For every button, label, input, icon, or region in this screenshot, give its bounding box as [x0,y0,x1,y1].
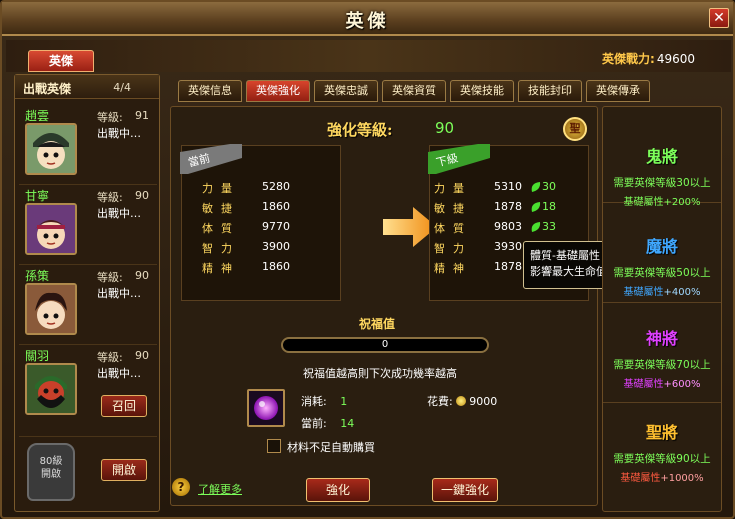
tab-skill-seal[interactable]: 技能封印 [518,80,582,102]
hero-name: 甘寧 [25,189,50,203]
top-bar: 英傑 英傑戰力: 49600 [6,40,731,72]
window-title: 英傑 [345,11,390,32]
one-click-enhance-button[interactable]: 一鍵強化 [432,478,498,502]
rank-requirement: 需要英傑等級90以上 [613,453,711,465]
rank-demon: 魔將 需要英傑等級50以上 基礎屬性+400% [603,207,721,303]
hero-status: 出戰中… [97,287,141,300]
hero-avatar [25,123,77,175]
hero-card-zhaoyun[interactable]: 趙雲 等級: 91 出戰中… [19,105,157,185]
hero-card-sunce[interactable]: 孫策 等級: 90 出戰中… [19,265,157,345]
bless-progress-bar: 0 [281,337,489,353]
rank-name: 鬼將 [645,147,678,166]
hero-level: 90 [135,269,149,282]
title-bar: 英傑 ✕ [2,2,733,36]
hero-status: 出戰中… [97,207,141,220]
stat-row: 体質 9770 [202,220,290,235]
tab-hero-main[interactable]: 英傑 [28,50,94,72]
stat-row: 力量 5280 [202,180,290,195]
tab-hero-loyalty[interactable]: 英傑忠誠 [314,80,378,102]
leaf-icon [531,202,541,212]
hero-card-guanyu[interactable]: 關羽 等級: 90 出戰中… 召回 [19,345,157,437]
locked-hero-slot: 80級 開啟 [27,443,75,501]
hero-status: 出戰中… [97,127,141,140]
stat-row: 敏捷 1860 [202,200,290,215]
seal-icon[interactable]: 聖 [563,117,587,141]
hero-level-label: 等級: [97,191,123,204]
stat-row: 体質 9803 33 [434,220,556,235]
rank-saint: 聖將 需要英傑等級90以上 基礎屬性+1000% [603,407,721,503]
stat-row: 力量 5310 30 [434,180,556,195]
hero-level: 90 [135,349,149,362]
leaf-icon [531,182,541,192]
consume-line: 消耗: 1 [301,395,348,408]
hero-level: 91 [135,109,149,122]
hero-avatar [25,203,77,255]
hero-name: 趙雲 [25,109,50,123]
current-stats-box: 當前 力量 5280 敏捷 1860 体質 9770 智力 3900 精神 1860 [180,144,341,301]
rank-god: 神將 需要英傑等級70以上 基礎屬性+600% [603,307,721,403]
hero-avatar [25,283,77,335]
hero-card-ganning[interactable]: 甘寧 等級: 90 出戰中… [19,185,157,265]
enhance-level-label: 強化等級: [327,121,393,139]
hero-status: 出戰中… [97,367,141,380]
bless-value: 0 [381,339,389,350]
bless-description: 祝福值越高則下次成功幾率越高 [303,367,457,380]
rank-attr: 基礎屬性+400% [623,287,701,298]
enhance-button[interactable]: 強化 [306,478,370,502]
auto-buy-checkbox[interactable] [267,439,281,453]
rank-attr: 基礎屬性+200% [623,197,701,208]
hero-level-label: 等級: [97,111,123,124]
current-have-line: 當前: 14 [301,417,355,430]
rank-name: 聖將 [645,423,678,442]
rank-attr: 基礎屬性+1000% [620,473,704,484]
stat-row: 精神 1860 [202,260,290,275]
rank-ghost: 鬼將 需要英傑等級30以上 基礎屬性+200% [603,107,721,208]
tab-hero-inherit[interactable]: 英傑傳承 [586,80,650,102]
stat-row: 敏捷 1878 18 [434,200,556,215]
rank-panel: 鬼將 需要英傑等級30以上 基礎屬性+200% 魔將 需要英傑等級50以上 基礎… [602,106,722,512]
roster-header: 出戰英傑 4/4 [15,75,159,99]
rank-attr: 基礎屬性+600% [623,379,701,390]
help-icon[interactable]: ? [172,478,190,496]
hero-power-value: 49600 [656,52,695,66]
tab-hero-enhance[interactable]: 英傑強化 [246,80,310,102]
enhance-level-value: 90 [435,119,455,137]
hero-avatar [25,363,77,415]
bless-title: 祝福值 [359,317,396,331]
stat-row: 智力 3900 [202,240,290,255]
hero-name: 關羽 [25,349,50,363]
tab-hero-aptitude[interactable]: 英傑資質 [382,80,446,102]
hero-name: 孫策 [25,269,50,283]
enhance-stone-icon[interactable] [247,389,285,427]
leaf-icon [531,222,541,232]
locked-slot-label: 80級 開啟 [39,456,63,480]
hero-level: 90 [135,189,149,202]
hero-level-label: 等級: [97,351,123,364]
hero-roster-panel: 出戰英傑 4/4 趙雲 等級: 91 出戰中… 甘寧 等級: 90 出戰中… 孫… [14,74,160,512]
auto-buy-label: 材料不足自動購買 [287,441,375,454]
hero-power-label: 英傑戰力: [602,52,655,66]
cost-line: 花費: 9000 [427,395,498,408]
open-slot-button[interactable]: 開啟 [101,459,147,481]
coin-icon [456,396,467,406]
hero-power: 英傑戰力: 49600 [602,50,695,67]
roster-count: 4/4 [113,81,131,94]
tab-hero-info[interactable]: 英傑信息 [178,80,242,102]
tab-hero-skills[interactable]: 英傑技能 [450,80,514,102]
rank-requirement: 需要英傑等級50以上 [613,267,711,279]
rank-requirement: 需要英傑等級70以上 [613,359,711,371]
hero-level-label: 等級: [97,271,123,284]
rank-requirement: 需要英傑等級30以上 [613,177,711,189]
enhance-panel: 強化等級: 90 聖 當前 力量 5280 敏捷 1860 体質 9770 智力 390… [170,106,639,506]
recall-button[interactable]: 召回 [101,395,147,417]
rank-name: 神將 [645,329,678,348]
roster-title: 出戰英傑 [23,82,72,96]
close-button[interactable]: ✕ [709,8,729,28]
rank-name: 魔將 [645,237,678,256]
learn-more-link[interactable]: 了解更多 [198,481,242,497]
